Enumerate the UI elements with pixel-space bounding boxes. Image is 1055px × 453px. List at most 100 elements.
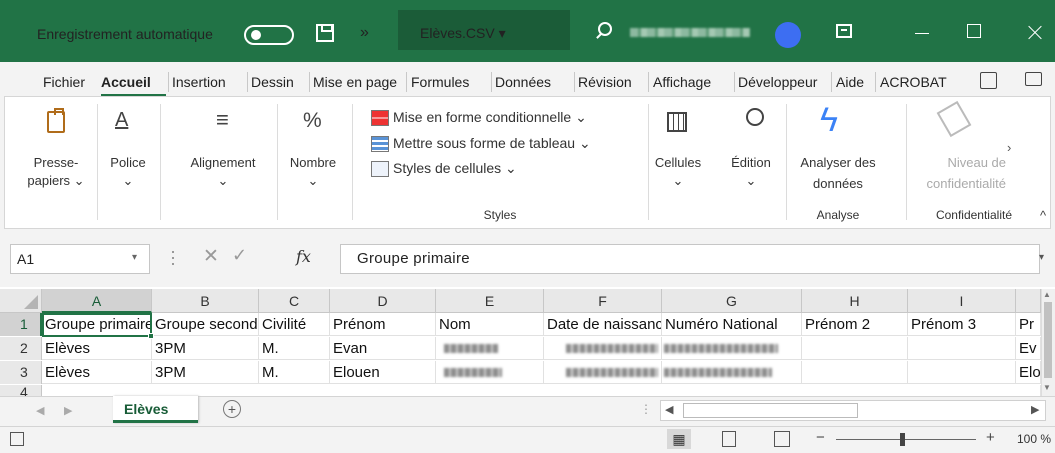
alignment-icon[interactable]: ≡ bbox=[216, 109, 229, 131]
cell-f3[interactable] bbox=[544, 361, 662, 384]
analyze-data-label-2[interactable]: données bbox=[790, 175, 886, 193]
add-sheet-icon[interactable]: + bbox=[223, 400, 241, 418]
row-header-2[interactable]: 2 bbox=[0, 337, 42, 360]
cell-b1[interactable]: Groupe secondaire bbox=[152, 313, 259, 336]
cell-i2[interactable] bbox=[908, 337, 1016, 360]
more-commands-button[interactable]: » bbox=[360, 24, 369, 42]
macro-recording-icon[interactable] bbox=[10, 432, 24, 446]
cell-g2[interactable] bbox=[662, 337, 802, 360]
cell-g3[interactable] bbox=[662, 361, 802, 384]
formula-value[interactable]: Groupe primaire bbox=[357, 250, 470, 267]
chevron-right-icon[interactable]: › bbox=[1007, 140, 1011, 155]
find-icon[interactable] bbox=[746, 108, 764, 126]
sensitivity-button[interactable]: Niveau de bbox=[910, 154, 1006, 172]
tab-mise-en-page[interactable]: Mise en page bbox=[313, 74, 405, 90]
cell-e2[interactable] bbox=[436, 337, 544, 360]
chevron-down-icon[interactable]: ▾ bbox=[1039, 252, 1044, 263]
horizontal-scroll-thumb[interactable] bbox=[683, 403, 858, 418]
table-format-icon[interactable] bbox=[371, 136, 389, 152]
select-all-button[interactable] bbox=[0, 289, 42, 313]
chevron-down-icon[interactable]: ⌄ bbox=[722, 172, 780, 190]
save-icon[interactable] bbox=[316, 24, 334, 42]
tab-formules[interactable]: Formules bbox=[411, 74, 489, 90]
cell-e3[interactable] bbox=[436, 361, 544, 384]
cell-h1[interactable]: Prénom 2 bbox=[802, 313, 908, 336]
filename-label[interactable]: Elèves.CSV ▾ bbox=[420, 25, 506, 42]
column-header-e[interactable]: E bbox=[436, 289, 544, 313]
chevron-down-icon[interactable]: ⌄ bbox=[652, 172, 704, 190]
previous-sheet-icon[interactable]: ◀ bbox=[36, 404, 44, 417]
sheet-tab-label[interactable]: Elèves bbox=[124, 401, 168, 417]
sensitivity-label-2[interactable]: confidentialité bbox=[910, 175, 1007, 193]
chevron-down-icon[interactable]: ⌄ bbox=[175, 172, 271, 190]
cell-b2[interactable]: 3PM bbox=[152, 337, 259, 360]
column-header-j[interactable] bbox=[1016, 289, 1041, 313]
conditional-format-button[interactable]: Mise en forme conditionnelle ⌄ bbox=[393, 109, 587, 126]
cell-i3[interactable] bbox=[908, 361, 1016, 384]
insert-function-icon[interactable]: fx bbox=[296, 247, 311, 266]
tab-donnees[interactable]: Données bbox=[495, 74, 573, 90]
cell-d1[interactable]: Prénom bbox=[330, 313, 436, 336]
avatar[interactable] bbox=[775, 22, 801, 48]
chevron-up-icon[interactable]: ^ bbox=[1040, 208, 1046, 223]
enter-icon[interactable]: ✓ bbox=[232, 245, 247, 266]
tab-splitter[interactable]: ⋮ bbox=[640, 402, 652, 416]
alignment-button[interactable]: Alignement bbox=[175, 154, 271, 172]
font-button[interactable]: Police bbox=[103, 154, 153, 172]
zoom-slider-thumb[interactable] bbox=[900, 433, 905, 446]
column-header-b[interactable]: B bbox=[152, 289, 259, 313]
cell-j3[interactable]: Elo bbox=[1016, 361, 1041, 384]
cell-a3[interactable]: Elèves bbox=[42, 361, 152, 384]
cell-styles-button[interactable]: Styles de cellules ⌄ bbox=[393, 160, 517, 177]
clipboard-label-1[interactable]: Presse- bbox=[23, 154, 89, 172]
autosave-toggle[interactable] bbox=[244, 25, 294, 45]
column-header-f[interactable]: F bbox=[544, 289, 662, 313]
minimize-button[interactable] bbox=[903, 14, 943, 48]
tab-fichier[interactable]: Fichier bbox=[43, 74, 93, 90]
scroll-up-icon[interactable]: ▲ bbox=[1043, 290, 1051, 299]
scroll-down-icon[interactable]: ▼ bbox=[1043, 383, 1051, 392]
row-header-4[interactable]: 4 bbox=[0, 385, 42, 396]
cell-styles-icon[interactable] bbox=[371, 161, 389, 177]
cell-i1[interactable]: Prénom 3 bbox=[908, 313, 1016, 336]
comment-icon[interactable] bbox=[1025, 72, 1042, 86]
tab-dessin[interactable]: Dessin bbox=[251, 74, 307, 90]
vertical-scroll-thumb[interactable] bbox=[1044, 302, 1052, 378]
cells-button[interactable]: Cellules bbox=[652, 154, 704, 172]
scroll-right-icon[interactable]: ▶ bbox=[1031, 403, 1039, 416]
column-header-h[interactable]: H bbox=[802, 289, 908, 313]
clipboard-label-2[interactable]: papiers ⌄ bbox=[23, 172, 89, 190]
tab-insertion[interactable]: Insertion bbox=[172, 74, 244, 90]
row-header-3[interactable]: 3 bbox=[0, 361, 42, 384]
cell-c1[interactable]: Civilité bbox=[259, 313, 330, 336]
cells-icon[interactable] bbox=[667, 112, 687, 132]
chevron-down-icon[interactable]: ⌄ bbox=[103, 172, 153, 190]
maximize-button[interactable] bbox=[955, 14, 995, 48]
cell-g1[interactable]: Numéro National bbox=[662, 313, 802, 336]
tab-revision[interactable]: Révision bbox=[578, 74, 648, 90]
column-header-c[interactable]: C bbox=[259, 289, 330, 313]
share-icon[interactable] bbox=[980, 72, 997, 89]
zoom-out-button[interactable]: − bbox=[816, 429, 825, 446]
next-sheet-icon[interactable]: ▶ bbox=[64, 404, 72, 417]
table-format-button[interactable]: Mettre sous forme de tableau ⌄ bbox=[393, 135, 591, 152]
cell-a2[interactable]: Elèves bbox=[42, 337, 152, 360]
page-layout-view-icon[interactable] bbox=[722, 431, 736, 447]
cell-e1[interactable]: Nom bbox=[436, 313, 544, 336]
cell-d3[interactable]: Elouen bbox=[330, 361, 436, 384]
table-row[interactable] bbox=[42, 385, 1041, 396]
tab-affichage[interactable]: Affichage bbox=[653, 74, 733, 90]
clipboard-icon[interactable] bbox=[47, 108, 65, 133]
number-button[interactable]: Nombre bbox=[282, 154, 344, 172]
editing-button[interactable]: Édition bbox=[722, 154, 780, 172]
ribbon-display-options-icon[interactable] bbox=[836, 24, 852, 38]
cell-h3[interactable] bbox=[802, 361, 908, 384]
cell-c3[interactable]: M. bbox=[259, 361, 330, 384]
font-icon[interactable]: A bbox=[115, 109, 128, 132]
tab-accueil[interactable]: Accueil bbox=[101, 74, 167, 90]
cell-f1[interactable]: Date de naissance bbox=[544, 313, 662, 336]
normal-view-icon[interactable]: ▦ bbox=[667, 429, 691, 449]
analyze-data-button[interactable]: Analyser des bbox=[790, 154, 886, 172]
tab-developpeur[interactable]: Développeur bbox=[738, 74, 830, 90]
column-header-a[interactable]: A bbox=[42, 289, 152, 313]
